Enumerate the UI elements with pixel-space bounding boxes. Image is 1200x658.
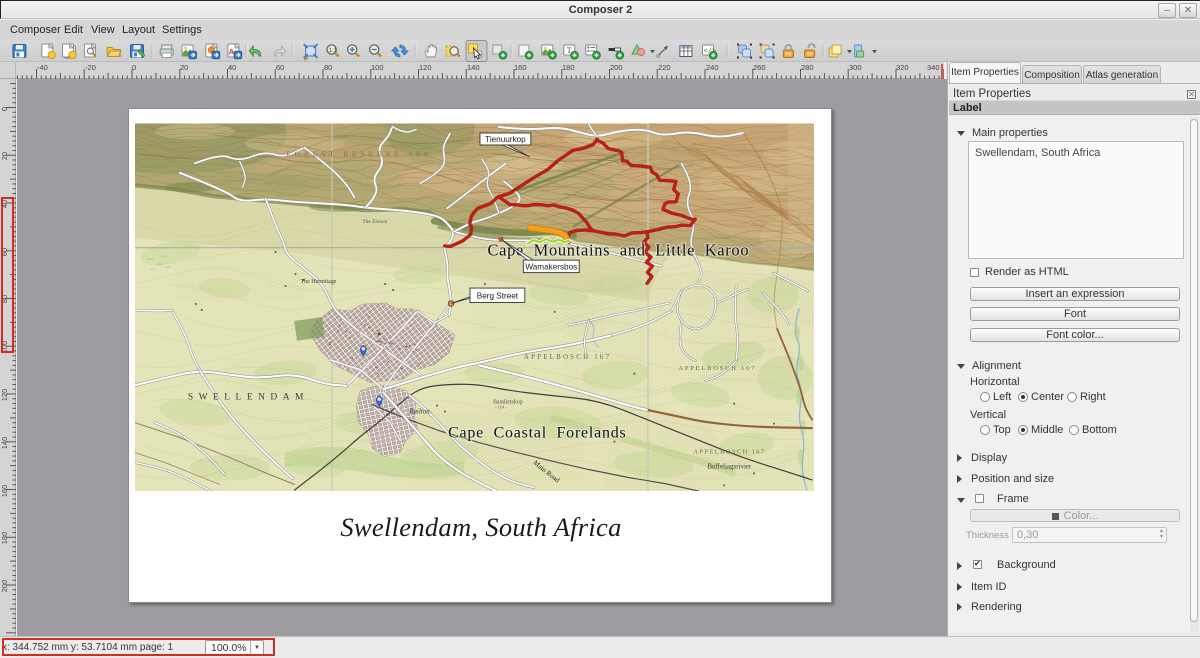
svg-text:280: 280 xyxy=(801,63,814,72)
svg-text:APPELBOSCH 167: APPELBOSCH 167 xyxy=(678,364,756,371)
svg-text:The Faroce: The Faroce xyxy=(362,219,387,225)
svg-text:Buffeljagsrivier: Buffeljagsrivier xyxy=(707,462,752,470)
svg-text:The Hermitage: The Hermitage xyxy=(301,279,337,285)
svg-text:Railton: Railton xyxy=(408,407,430,415)
svg-text:180: 180 xyxy=(0,532,9,545)
svg-text:120: 120 xyxy=(419,63,432,72)
svg-text:Tienuurkop: Tienuurkop xyxy=(485,134,526,143)
svg-text:0: 0 xyxy=(132,63,136,72)
svg-text:340: 340 xyxy=(927,63,940,72)
svg-text:260: 260 xyxy=(753,63,766,72)
svg-text:160: 160 xyxy=(514,63,527,72)
svg-text:-20: -20 xyxy=(85,63,96,72)
svg-text:120: 120 xyxy=(0,389,9,402)
svg-text:180: 180 xyxy=(562,63,575,72)
svg-text:300: 300 xyxy=(849,63,862,72)
svg-text:100: 100 xyxy=(371,63,384,72)
svg-text:Berg Street: Berg Street xyxy=(477,291,519,300)
svg-text:320: 320 xyxy=(896,63,909,72)
svg-text:APPELBOSCH 167: APPELBOSCH 167 xyxy=(524,352,611,360)
svg-text:60: 60 xyxy=(276,63,284,72)
svg-text:20: 20 xyxy=(180,63,188,72)
svg-text:SWELLENDAM: SWELLENDAM xyxy=(188,392,309,402)
svg-text:160: 160 xyxy=(0,485,9,498)
svg-text:200: 200 xyxy=(610,63,623,72)
svg-text:0: 0 xyxy=(0,107,9,111)
svg-text:240: 240 xyxy=(706,63,719,72)
svg-text:20: 20 xyxy=(0,152,9,160)
svg-text:80: 80 xyxy=(324,63,332,72)
svg-text:Wamakersbos: Wamakersbos xyxy=(525,262,577,271)
svg-text:-40: -40 xyxy=(37,63,48,72)
svg-text:Cape Coastal Forelands: Cape Coastal Forelands xyxy=(448,424,627,441)
svg-text:140: 140 xyxy=(467,63,480,72)
svg-text:- 114 -: - 114 - xyxy=(495,404,507,409)
svg-text:FOREST RESERVE 169: FOREST RESERVE 169 xyxy=(287,149,432,158)
svg-text:A: A xyxy=(229,49,234,56)
svg-text:220: 220 xyxy=(658,63,671,72)
svg-text:140: 140 xyxy=(0,437,9,450)
svg-text:1:1: 1:1 xyxy=(329,48,338,54)
svg-text:40: 40 xyxy=(228,63,236,72)
svg-text:200: 200 xyxy=(0,580,9,593)
svg-text:APPELBOSCH 167: APPELBOSCH 167 xyxy=(693,448,765,455)
